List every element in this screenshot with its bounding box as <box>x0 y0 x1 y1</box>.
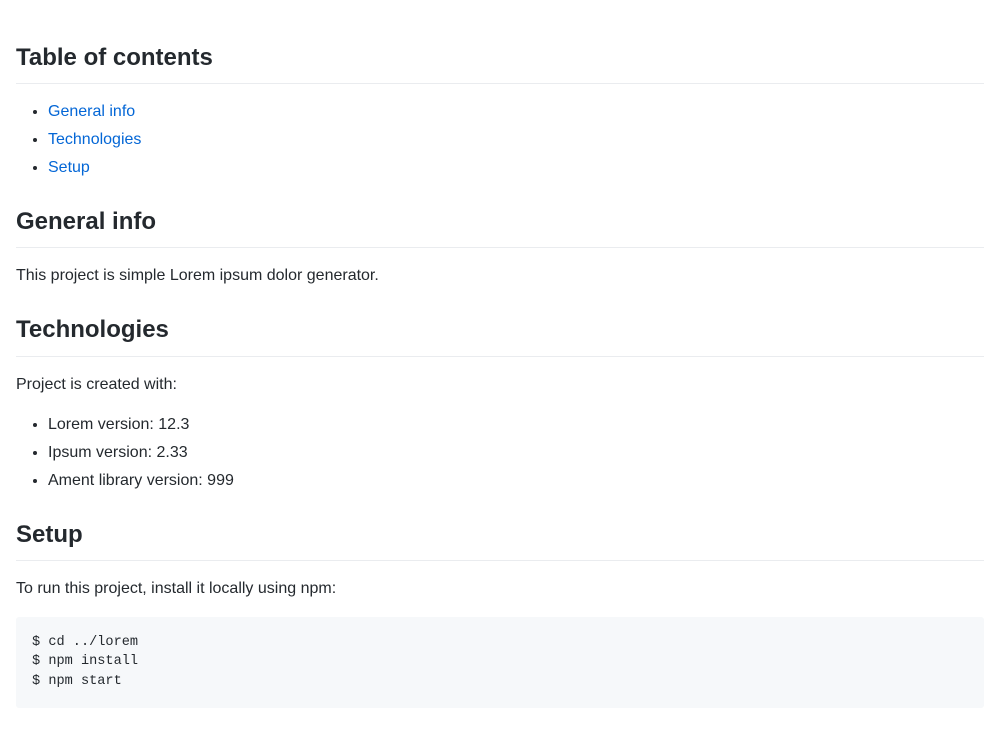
list-item: Ipsum version: 2.33 <box>48 441 984 465</box>
toc-link-setup[interactable]: Setup <box>48 159 90 176</box>
technologies-list: Lorem version: 12.3 Ipsum version: 2.33 … <box>16 413 984 493</box>
toc-link-general-info[interactable]: General info <box>48 103 135 120</box>
setup-code-block: $ cd ../lorem $ npm install $ npm start <box>16 617 984 708</box>
technologies-intro: Project is created with: <box>16 373 984 397</box>
setup-intro: To run this project, install it locally … <box>16 577 984 601</box>
general-info-heading: General info <box>16 204 984 248</box>
list-item: Ament library version: 999 <box>48 469 984 493</box>
toc-list: General info Technologies Setup <box>16 100 984 180</box>
setup-heading: Setup <box>16 517 984 561</box>
technologies-heading: Technologies <box>16 312 984 356</box>
general-info-body: This project is simple Lorem ipsum dolor… <box>16 264 984 288</box>
list-item: Technologies <box>48 128 984 152</box>
toc-heading: Table of contents <box>16 40 984 84</box>
list-item: Setup <box>48 156 984 180</box>
list-item: Lorem version: 12.3 <box>48 413 984 437</box>
list-item: General info <box>48 100 984 124</box>
toc-link-technologies[interactable]: Technologies <box>48 131 141 148</box>
